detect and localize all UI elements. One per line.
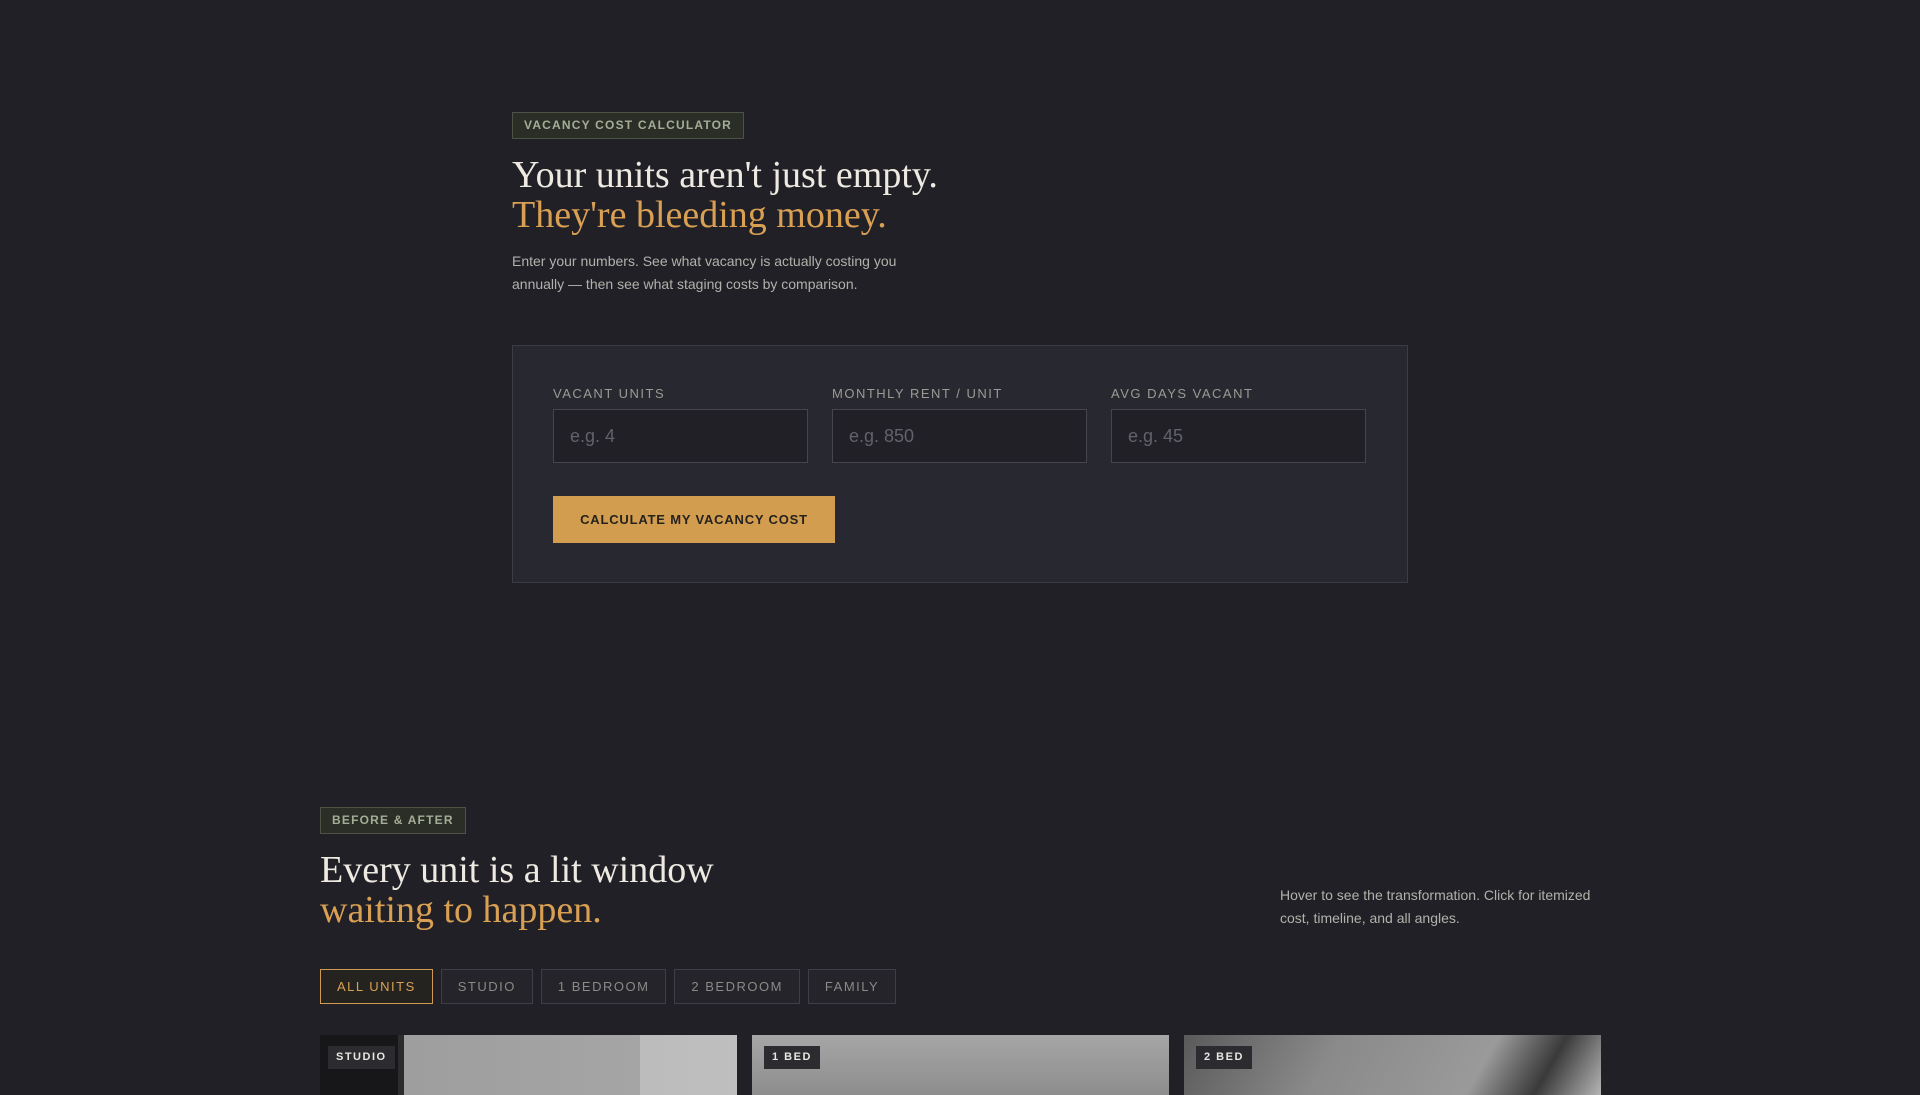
- avg-days-vacant-input[interactable]: [1111, 409, 1366, 463]
- gallery-headline-line1: Every unit is a lit window: [320, 849, 714, 891]
- unit-card-2-bed[interactable]: 2 BED: [1184, 1035, 1601, 1095]
- calculator-description: Enter your numbers. See what vacancy is …: [512, 253, 897, 292]
- calculate-vacancy-cost-button[interactable]: CALCULATE MY VACANCY COST: [553, 496, 835, 543]
- unit-card-badge: 1 BED: [764, 1046, 820, 1069]
- filter-all-units[interactable]: ALL UNITS: [320, 969, 433, 1004]
- vacant-units-input[interactable]: [553, 409, 808, 463]
- filter-2-bedroom[interactable]: 2 BEDROOM: [674, 969, 800, 1004]
- filter-family[interactable]: FAMILY: [807, 969, 897, 1004]
- calculator-section-tag: VACANCY COST CALCULATOR: [512, 112, 745, 139]
- gallery-hint: Hover to see the transformation. Click f…: [1280, 887, 1591, 926]
- calculator-headline: Your units aren't just empty. They're bl…: [512, 155, 938, 235]
- calculator-card: VACANT UNITS MONTHLY RENT / UNIT AVG DAY…: [512, 345, 1408, 583]
- unit-filter-bar: ALL UNITS STUDIO 1 BEDROOM 2 BEDROOM FAM…: [320, 969, 897, 1004]
- unit-card-studio[interactable]: STUDIO: [320, 1035, 737, 1095]
- avg-days-vacant-label: AVG DAYS VACANT: [1111, 386, 1254, 401]
- calculator-headline-line1: Your units aren't just empty.: [512, 154, 938, 196]
- gallery-section-tag: BEFORE & AFTER: [320, 807, 466, 834]
- unit-card-1-bed[interactable]: 1 BED: [752, 1035, 1169, 1095]
- filter-1-bedroom[interactable]: 1 BEDROOM: [540, 969, 667, 1004]
- calculator-headline-accent: They're bleeding money.: [512, 194, 887, 236]
- gallery-headline: Every unit is a lit window waiting to ha…: [320, 850, 714, 930]
- unit-card-badge: 2 BED: [1196, 1046, 1252, 1069]
- unit-card-badge: STUDIO: [328, 1046, 395, 1069]
- filter-studio[interactable]: STUDIO: [440, 969, 533, 1004]
- monthly-rent-label: MONTHLY RENT / UNIT: [832, 386, 1003, 401]
- vacant-units-label: VACANT UNITS: [553, 386, 666, 401]
- gallery-headline-accent: waiting to happen.: [320, 889, 602, 931]
- monthly-rent-input[interactable]: [832, 409, 1087, 463]
